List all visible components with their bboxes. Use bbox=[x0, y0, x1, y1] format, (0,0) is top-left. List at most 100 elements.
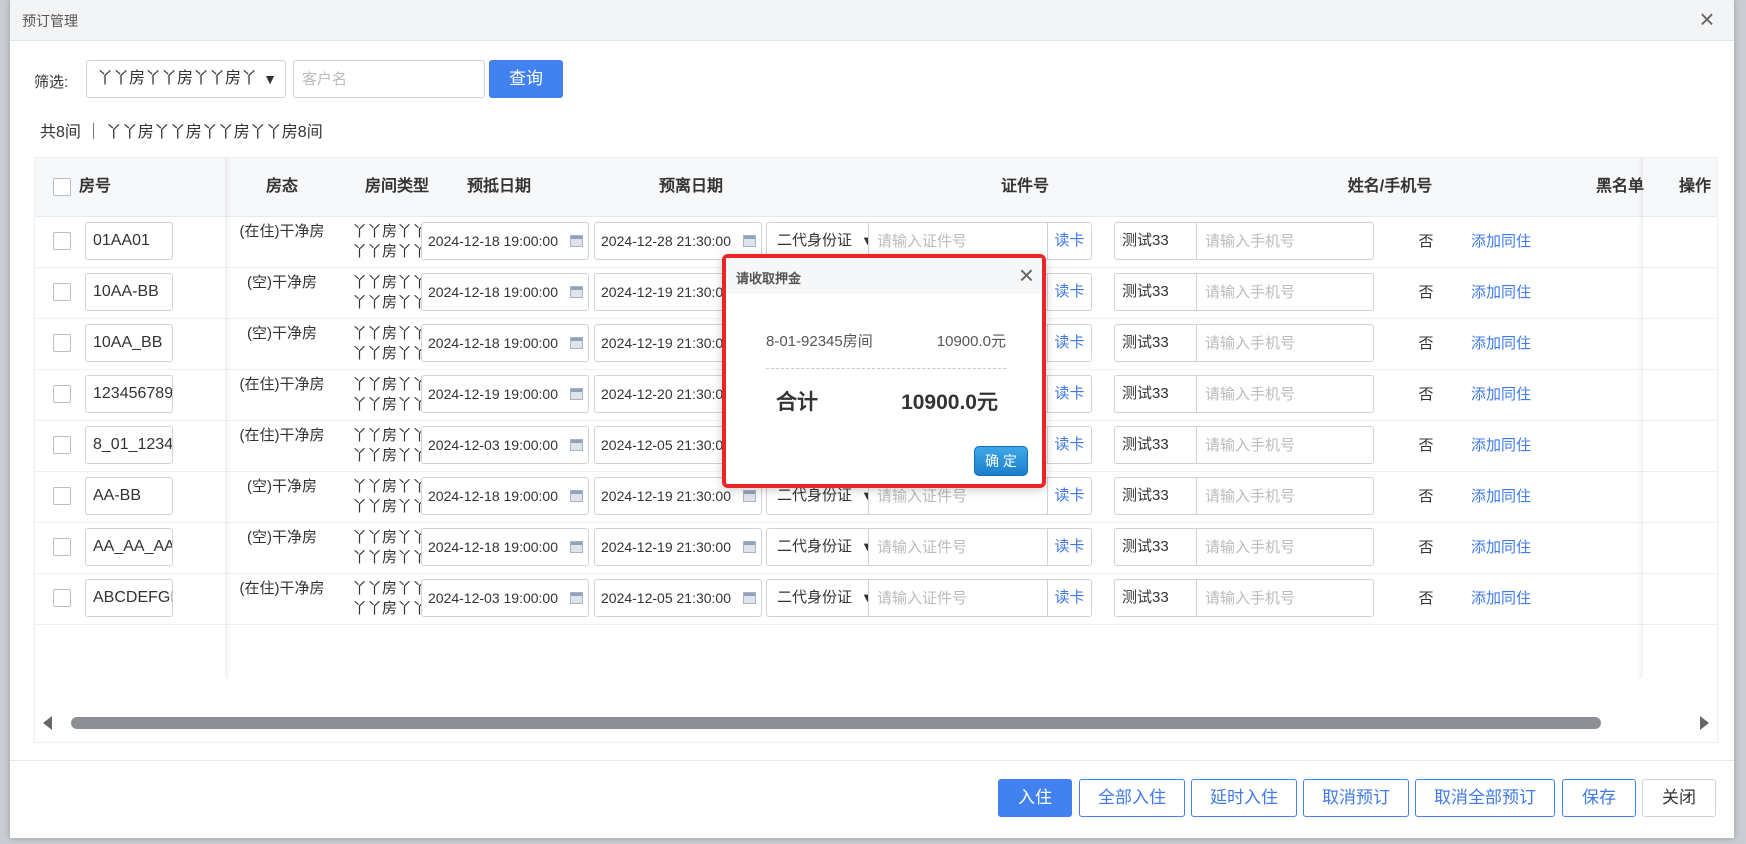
close-button[interactable]: 关闭 bbox=[1642, 779, 1716, 817]
phone-input[interactable] bbox=[1196, 477, 1374, 515]
guest-name-input[interactable]: 测试33 bbox=[1114, 222, 1196, 260]
guest-name-value: 测试33 bbox=[1122, 487, 1169, 504]
calendar-icon[interactable] bbox=[743, 235, 756, 247]
filter-select-value: 丫丫房丫丫房丫丫房丫 bbox=[97, 70, 258, 87]
room-no-input[interactable]: ABCDEFGHIJ bbox=[85, 579, 173, 617]
add-cohabitant-link[interactable]: 添加同住 bbox=[1459, 522, 1543, 573]
read-card-button[interactable]: 读卡 bbox=[1048, 222, 1092, 260]
room-no-input[interactable]: 01AA01 bbox=[85, 222, 173, 260]
scroll-thumb[interactable] bbox=[71, 717, 1601, 729]
row-checkbox[interactable] bbox=[53, 589, 71, 607]
calendar-icon[interactable] bbox=[743, 592, 756, 604]
add-cohabitant-link[interactable]: 添加同住 bbox=[1459, 471, 1543, 522]
read-card-button[interactable]: 读卡 bbox=[1048, 477, 1092, 515]
id-type-select[interactable]: 二代身份证▼ bbox=[766, 528, 880, 566]
scroll-left-icon[interactable] bbox=[43, 716, 52, 730]
arrive-date-value: 2024-12-03 19:00:00 bbox=[428, 590, 558, 606]
add-cohabitant-link[interactable]: 添加同住 bbox=[1459, 318, 1543, 369]
guest-name-input[interactable]: 测试33 bbox=[1114, 528, 1196, 566]
arrive-date-input[interactable]: 2024-12-18 19:00:00 bbox=[421, 528, 589, 566]
phone-input[interactable] bbox=[1196, 273, 1374, 311]
row-checkbox[interactable] bbox=[53, 538, 71, 556]
phone-input[interactable] bbox=[1196, 579, 1374, 617]
id-number-input[interactable] bbox=[868, 579, 1048, 617]
id-number-input[interactable] bbox=[868, 528, 1048, 566]
arrive-date-input[interactable]: 2024-12-18 19:00:00 bbox=[421, 222, 589, 260]
arrive-date-input[interactable]: 2024-12-18 19:00:00 bbox=[421, 273, 589, 311]
calendar-icon[interactable] bbox=[570, 388, 583, 400]
read-card-button[interactable]: 读卡 bbox=[1048, 324, 1092, 362]
calendar-icon[interactable] bbox=[743, 490, 756, 502]
add-cohabitant-link[interactable]: 添加同住 bbox=[1459, 216, 1543, 267]
arrive-date-input[interactable]: 2024-12-03 19:00:00 bbox=[421, 579, 589, 617]
scroll-right-icon[interactable] bbox=[1700, 716, 1709, 730]
calendar-icon[interactable] bbox=[570, 439, 583, 451]
close-icon[interactable]: × bbox=[1019, 260, 1034, 290]
guest-name-input[interactable]: 测试33 bbox=[1114, 579, 1196, 617]
row-checkbox[interactable] bbox=[53, 487, 71, 505]
checkin-all-button[interactable]: 全部入住 bbox=[1079, 779, 1185, 817]
phone-input[interactable] bbox=[1196, 324, 1374, 362]
row-checkbox[interactable] bbox=[53, 232, 71, 250]
depart-date-value: 2024-12-19 21:30:00 bbox=[601, 335, 731, 351]
query-button[interactable]: 查询 bbox=[489, 60, 563, 98]
phone-input[interactable] bbox=[1196, 222, 1374, 260]
read-card-button[interactable]: 读卡 bbox=[1048, 273, 1092, 311]
save-button[interactable]: 保存 bbox=[1562, 779, 1636, 817]
guest-name-input[interactable]: 测试33 bbox=[1114, 375, 1196, 413]
calendar-icon[interactable] bbox=[570, 235, 583, 247]
read-card-button[interactable]: 读卡 bbox=[1048, 426, 1092, 464]
id-type-select[interactable]: 二代身份证▼ bbox=[766, 579, 880, 617]
phone-input[interactable] bbox=[1196, 375, 1374, 413]
cancel-booking-button[interactable]: 取消预订 bbox=[1303, 779, 1409, 817]
arrive-date-input[interactable]: 2024-12-18 19:00:00 bbox=[421, 477, 589, 515]
blacklist-value: 否 bbox=[1418, 488, 1434, 505]
depart-date-value: 2024-12-19 21:30:00 bbox=[601, 488, 731, 504]
row-checkbox[interactable] bbox=[53, 436, 71, 454]
add-cohabitant-link[interactable]: 添加同住 bbox=[1459, 369, 1543, 420]
close-icon[interactable]: × bbox=[1694, 6, 1720, 32]
room-no-value: 1234567890 bbox=[93, 385, 173, 402]
select-all-checkbox[interactable] bbox=[53, 178, 71, 196]
add-cohabitant-link[interactable]: 添加同住 bbox=[1459, 420, 1543, 471]
cancel-all-booking-button[interactable]: 取消全部预订 bbox=[1415, 779, 1555, 817]
row-checkbox[interactable] bbox=[53, 283, 71, 301]
arrive-date-input[interactable]: 2024-12-19 19:00:00 bbox=[421, 375, 589, 413]
delay-checkin-button[interactable]: 延时入住 bbox=[1191, 779, 1297, 817]
row-checkbox[interactable] bbox=[53, 385, 71, 403]
confirm-button[interactable]: 确 定 bbox=[974, 446, 1028, 476]
guest-name-input[interactable]: 测试33 bbox=[1114, 273, 1196, 311]
arrive-date-input[interactable]: 2024-12-03 19:00:00 bbox=[421, 426, 589, 464]
phone-input[interactable] bbox=[1196, 426, 1374, 464]
read-card-button[interactable]: 读卡 bbox=[1048, 579, 1092, 617]
calendar-icon[interactable] bbox=[570, 286, 583, 298]
horizontal-scrollbar[interactable] bbox=[35, 710, 1717, 736]
guest-name-input[interactable]: 测试33 bbox=[1114, 426, 1196, 464]
read-card-button[interactable]: 读卡 bbox=[1048, 375, 1092, 413]
calendar-icon[interactable] bbox=[743, 541, 756, 553]
arrive-date-input[interactable]: 2024-12-18 19:00:00 bbox=[421, 324, 589, 362]
room-no-input[interactable]: AA-BB bbox=[85, 477, 173, 515]
calendar-icon[interactable] bbox=[570, 541, 583, 553]
calendar-icon[interactable] bbox=[570, 592, 583, 604]
row-checkbox[interactable] bbox=[53, 334, 71, 352]
read-card-button[interactable]: 读卡 bbox=[1048, 528, 1092, 566]
room-no-input[interactable]: 10AA_BB bbox=[85, 324, 173, 362]
room-no-input[interactable]: 10AA-BB bbox=[85, 273, 173, 311]
room-no-input[interactable]: AA_AA_AAA bbox=[85, 528, 173, 566]
calendar-icon[interactable] bbox=[570, 337, 583, 349]
room-type-filter-select[interactable]: 丫丫房丫丫房丫丫房丫 ▼ bbox=[86, 60, 286, 98]
guest-name-input[interactable]: 测试33 bbox=[1114, 477, 1196, 515]
add-cohabitant-link[interactable]: 添加同住 bbox=[1459, 573, 1543, 624]
room-no-input[interactable]: 1234567890 bbox=[85, 375, 173, 413]
customer-name-input[interactable] bbox=[293, 60, 485, 98]
add-cohabitant-link[interactable]: 添加同住 bbox=[1459, 267, 1543, 318]
depart-date-input[interactable]: 2024-12-05 21:30:00 bbox=[594, 579, 762, 617]
checkin-button[interactable]: 入住 bbox=[998, 779, 1072, 817]
guest-name-input[interactable]: 测试33 bbox=[1114, 324, 1196, 362]
depart-date-value: 2024-12-05 21:30:00 bbox=[601, 437, 731, 453]
phone-input[interactable] bbox=[1196, 528, 1374, 566]
depart-date-input[interactable]: 2024-12-19 21:30:00 bbox=[594, 528, 762, 566]
room-no-input[interactable]: 8_01_12345 bbox=[85, 426, 173, 464]
calendar-icon[interactable] bbox=[570, 490, 583, 502]
